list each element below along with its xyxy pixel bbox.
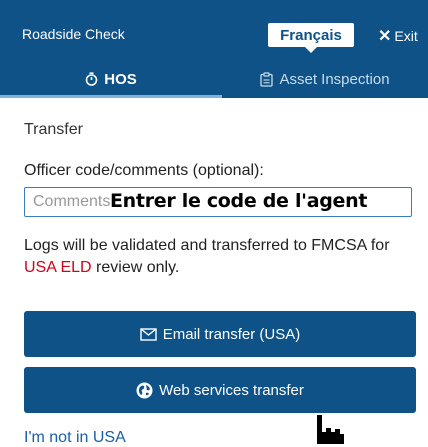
web-services-transfer-button[interactable]: Web services transfer <box>24 367 416 413</box>
tab-asset-inspection[interactable]: Asset Inspection <box>222 60 428 98</box>
email-transfer-button[interactable]: Email transfer (USA) <box>24 311 416 357</box>
tab-hos-label: HOS <box>104 70 137 88</box>
top-bar: Roadside Check Français ✕ Exit HOS Asset… <box>0 0 428 98</box>
tab-hos[interactable]: HOS <box>0 60 222 98</box>
info-text-end: review only. <box>91 259 180 276</box>
web-services-transfer-label: Web services transfer <box>159 381 304 399</box>
not-in-usa-link[interactable]: I'm not in USA <box>24 429 126 447</box>
info-text: Logs will be validated and transferred t… <box>24 235 404 279</box>
hand-pointer-icon <box>317 415 344 444</box>
clipboard-icon <box>260 71 274 87</box>
usa-eld-highlight: USA ELD <box>24 259 92 276</box>
info-text-start: Logs will be validated and transferred t… <box>24 237 390 254</box>
globe-icon <box>136 382 153 398</box>
tab-asset-inspection-label: Asset Inspection <box>279 70 390 88</box>
section-title: Transfer <box>24 121 83 138</box>
envelope-icon <box>140 327 157 341</box>
exit-label: Exit <box>394 28 418 44</box>
language-button[interactable]: Français <box>268 23 354 53</box>
x-icon: ✕ <box>378 28 392 45</box>
app-title: Roadside Check <box>22 26 125 42</box>
stopwatch-icon <box>85 72 98 86</box>
exit-button[interactable]: ✕ Exit <box>378 26 418 46</box>
email-transfer-label: Email transfer (USA) <box>162 325 301 343</box>
officer-code-label: Officer code/comments (optional): <box>24 162 264 179</box>
input-hint-overlay: Entrer le code de l'agent <box>110 190 368 212</box>
